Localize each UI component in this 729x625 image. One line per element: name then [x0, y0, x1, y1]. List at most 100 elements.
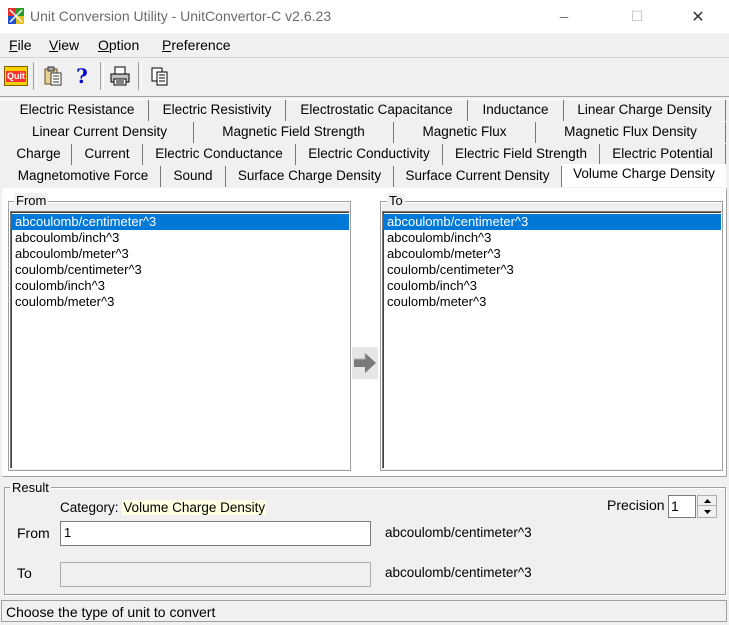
tab-label: Sound — [173, 168, 213, 183]
tab-label: Electric Resistance — [19, 102, 135, 117]
menu-view[interactable]: View — [49, 37, 79, 53]
category-value: Volume Charge Density — [122, 500, 267, 515]
minimize-icon: ─ — [559, 9, 569, 24]
tab-sound[interactable]: Sound — [161, 166, 226, 187]
to-unit-list-item[interactable]: abcoulomb/meter^3 — [383, 246, 721, 262]
tab-label: Electric Field Strength — [454, 146, 588, 161]
convert-arrow-button[interactable] — [352, 347, 378, 379]
toolbar-separator — [33, 62, 37, 90]
status-text: Choose the type of unit to convert — [6, 604, 216, 620]
precision-up-button[interactable] — [697, 495, 717, 506]
print-icon — [110, 66, 130, 86]
menu-bar: File View Option Preference — [0, 33, 729, 57]
menu-preference-label: reference — [171, 37, 231, 53]
copy-to-clipboard-icon — [44, 66, 62, 86]
to-unit-list-item[interactable]: abcoulomb/centimeter^3 — [383, 214, 721, 230]
close-button[interactable]: ✕ — [675, 0, 721, 33]
quit-icon: Quit — [4, 66, 28, 86]
tab-electric-potential[interactable]: Electric Potential — [600, 144, 726, 165]
from-unit-label: abcoulomb/centimeter^3 — [385, 525, 532, 540]
from-unit-list-item[interactable]: coulomb/meter^3 — [11, 294, 349, 310]
tab-label: Magnetic Field Strength — [222, 124, 365, 139]
tab-label: Electric Resistivity — [162, 102, 272, 117]
menu-option-accel: O — [98, 37, 109, 53]
quit-button[interactable]: Quit — [2, 61, 30, 91]
tab-electric-resistivity[interactable]: Electric Resistivity — [149, 100, 286, 121]
tab-magnetic-flux[interactable]: Magnetic Flux — [394, 122, 536, 143]
menu-preference[interactable]: Preference — [162, 37, 231, 53]
menu-file-label: ile — [17, 37, 32, 53]
tab-label: Current — [84, 146, 130, 161]
minimize-button[interactable]: ─ — [541, 0, 587, 33]
tab-label: Inductance — [482, 102, 549, 117]
paste-icon — [151, 67, 168, 86]
tab-label: Electric Potential — [612, 146, 713, 161]
window-title: Unit Conversion Utility - UnitConvertor-… — [30, 8, 332, 24]
tab-electric-resistance[interactable]: Electric Resistance — [6, 100, 149, 121]
toolbar-separator — [100, 62, 104, 90]
tab-label: Linear Charge Density — [577, 102, 712, 117]
arrow-right-icon — [354, 353, 376, 373]
menu-view-accel: V — [49, 37, 59, 53]
tab-electric-conductance[interactable]: Electric Conductance — [143, 144, 296, 165]
result-legend: Result — [10, 480, 51, 495]
tab-volume-charge-density[interactable]: Volume Charge Density — [562, 164, 726, 187]
tab-label: Magnetomotive Force — [17, 168, 149, 183]
to-legend: To — [387, 193, 405, 208]
menu-option[interactable]: Option — [98, 37, 139, 53]
menu-file[interactable]: File — [9, 37, 32, 53]
tab-linear-charge-density[interactable]: Linear Charge Density — [564, 100, 726, 121]
tab-label: Electric Conductance — [155, 146, 283, 161]
from-unit-list-item[interactable]: coulomb/centimeter^3 — [11, 262, 349, 278]
from-value-input[interactable]: 1 — [60, 521, 371, 546]
toolbar-separator — [138, 62, 142, 90]
to-unit-list[interactable]: abcoulomb/centimeter^3 abcoulomb/inch^3 ab… — [382, 211, 722, 469]
print-button[interactable] — [106, 61, 134, 91]
from-unit-list-item[interactable]: coulomb/inch^3 — [11, 278, 349, 294]
tab-electric-conductivity[interactable]: Electric Conductivity — [296, 144, 443, 165]
tab-electrostatic-capacitance[interactable]: Electrostatic Capacitance — [286, 100, 468, 121]
tab-current[interactable]: Current — [72, 144, 143, 165]
tab-magnetomotive-force[interactable]: Magnetomotive Force — [6, 166, 161, 187]
title-bar[interactable]: Unit Conversion Utility - UnitConvertor-… — [0, 0, 729, 33]
tab-label: Linear Current Density — [31, 124, 168, 139]
tab-magnetic-flux-density[interactable]: Magnetic Flux Density — [536, 122, 726, 143]
tab-label: Electric Conductivity — [308, 146, 430, 161]
to-value-output — [60, 562, 371, 587]
tab-surface-charge-density[interactable]: Surface Charge Density — [226, 166, 394, 187]
app-icon — [8, 8, 24, 24]
tab-label: Surface Current Density — [405, 168, 550, 183]
tab-magnetic-field-strength[interactable]: Magnetic Field Strength — [194, 122, 394, 143]
from-unit-list-item[interactable]: abcoulomb/meter^3 — [11, 246, 349, 262]
tab-label: Magnetic Flux Density — [564, 124, 697, 139]
help-button[interactable]: ? — [68, 61, 96, 91]
tab-inductance[interactable]: Inductance — [468, 100, 564, 121]
tab-electric-field-strength[interactable]: Electric Field Strength — [443, 144, 600, 165]
tab-label: Charge — [16, 146, 61, 161]
from-legend: From — [14, 193, 49, 208]
to-unit-list-item[interactable]: coulomb/inch^3 — [383, 278, 721, 294]
to-unit-list-item[interactable]: abcoulomb/inch^3 — [383, 230, 721, 246]
to-unit-list-item[interactable]: coulomb/centimeter^3 — [383, 262, 721, 278]
tab-charge[interactable]: Charge — [6, 144, 72, 165]
precision-spinner[interactable] — [697, 495, 717, 518]
copy-button[interactable] — [39, 61, 67, 91]
to-unit-list-item[interactable]: coulomb/meter^3 — [383, 294, 721, 310]
precision-down-button[interactable] — [697, 506, 717, 518]
result-from-label: From — [17, 525, 50, 541]
menu-file-accel: F — [9, 37, 18, 53]
precision-input[interactable]: 1 — [668, 495, 696, 518]
quit-icon-label: Quit — [6, 70, 26, 82]
triangle-down-icon — [703, 509, 711, 514]
result-to-label: To — [17, 565, 32, 581]
category-row: Category: Volume Charge Density — [60, 500, 267, 515]
from-unit-list-item[interactable]: abcoulomb/inch^3 — [11, 230, 349, 246]
maximize-button[interactable]: ☐ — [614, 0, 660, 33]
tab-label: Electrostatic Capacitance — [300, 102, 453, 117]
tab-linear-current-density[interactable]: Linear Current Density — [6, 122, 194, 143]
tab-surface-current-density[interactable]: Surface Current Density — [394, 166, 562, 187]
from-unit-list[interactable]: abcoulomb/centimeter^3 abcoulomb/inch^3 ab… — [10, 211, 350, 469]
status-bar: Choose the type of unit to convert — [1, 600, 727, 622]
paste-button[interactable] — [146, 61, 174, 91]
from-unit-list-item[interactable]: abcoulomb/centimeter^3 — [11, 214, 349, 230]
